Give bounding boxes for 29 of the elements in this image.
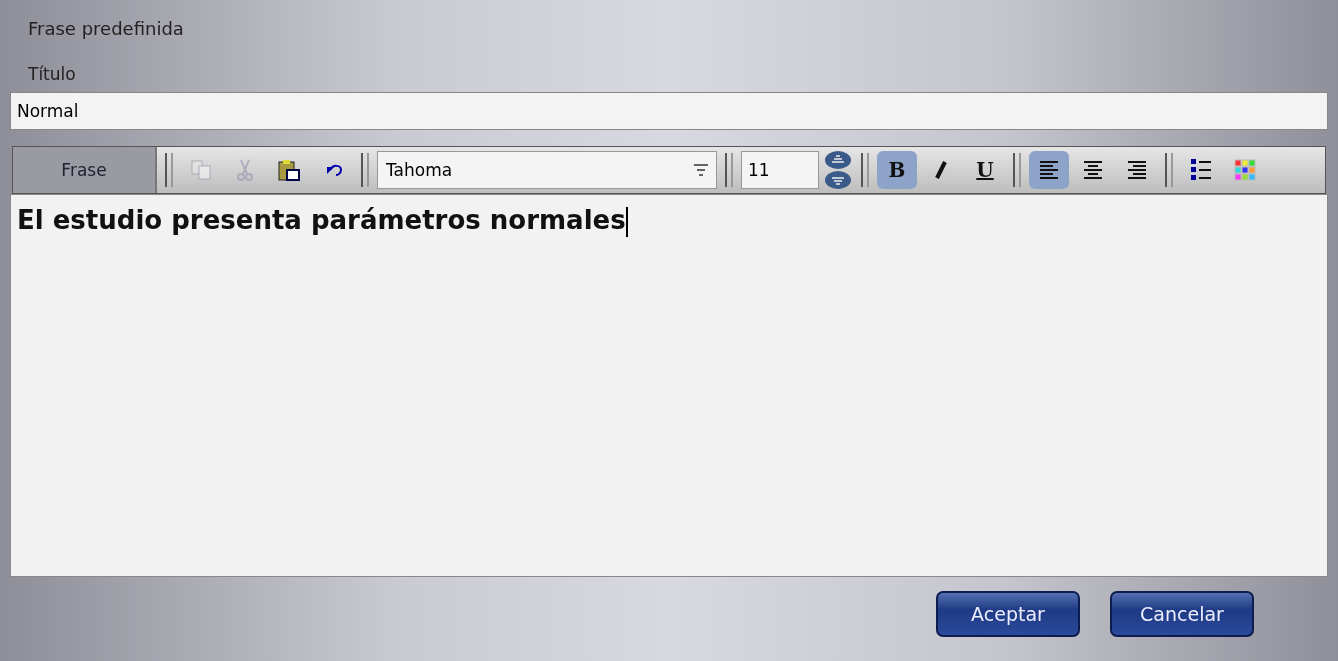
- bold-button[interactable]: B: [877, 151, 917, 189]
- title-input[interactable]: Normal: [10, 92, 1328, 130]
- font-name: Tahoma: [386, 160, 453, 180]
- clipboard-icon: [277, 158, 301, 182]
- window-title: Frase predefinida: [27, 17, 185, 41]
- align-right-icon: [1125, 158, 1149, 182]
- copy-icon: [189, 158, 213, 182]
- font-size-input[interactable]: 11: [741, 151, 819, 189]
- accept-button[interactable]: Aceptar: [936, 591, 1080, 637]
- cancel-button[interactable]: Cancelar: [1110, 591, 1254, 637]
- align-left-button[interactable]: [1029, 151, 1069, 189]
- font-select[interactable]: Tahoma: [377, 151, 717, 189]
- tab[interactable]: Frase: [13, 147, 157, 193]
- spinner-icon[interactable]: [823, 150, 853, 190]
- bulleted-list-icon: [1189, 158, 1213, 182]
- align-center-icon: [1081, 158, 1105, 182]
- field-label: Título: [27, 63, 77, 86]
- toolbar-separator: [861, 153, 869, 187]
- toolbar-separator: [165, 153, 173, 187]
- toolbar-separator: [361, 153, 369, 187]
- toolbar-separator: [1165, 153, 1173, 187]
- underline-button[interactable]: U: [965, 151, 1005, 189]
- color-grid-icon: [1233, 158, 1257, 182]
- dropdown-icon: [694, 164, 708, 176]
- toolbar-separator: [1013, 153, 1021, 187]
- editor-text: El estudio presenta parámetros normales: [17, 205, 626, 235]
- text-editor[interactable]: El estudio presenta parámetros normales: [10, 194, 1328, 577]
- toolbar-separator: [725, 153, 733, 187]
- align-left-icon: [1037, 158, 1061, 182]
